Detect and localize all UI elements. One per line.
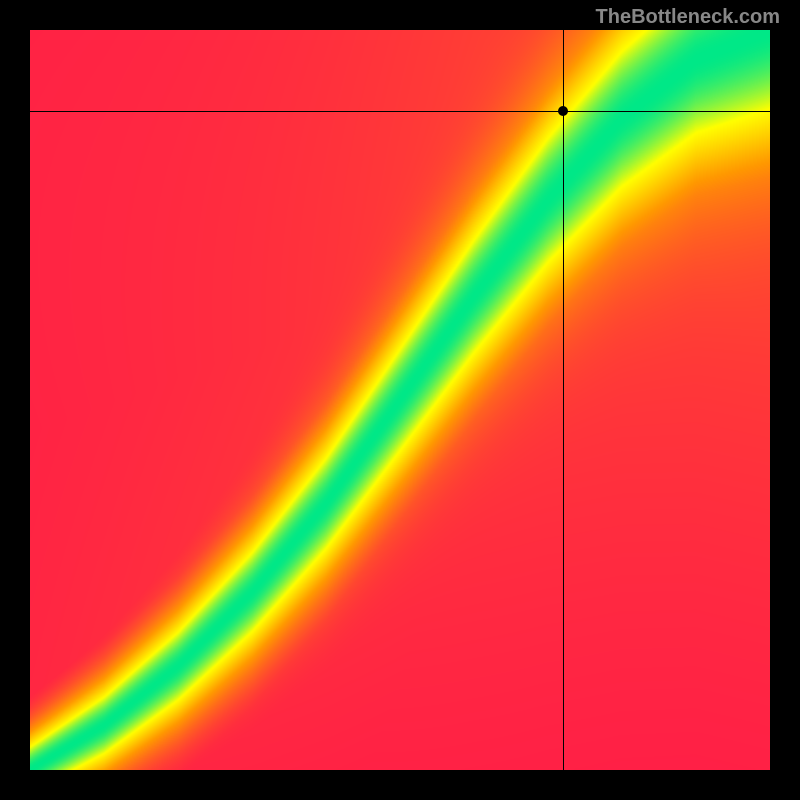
crosshair-horizontal	[30, 111, 770, 112]
heatmap-canvas	[30, 30, 770, 770]
marker-point	[558, 106, 568, 116]
watermark-text: TheBottleneck.com	[596, 6, 780, 29]
heatmap-chart	[30, 30, 770, 770]
crosshair-vertical	[563, 30, 564, 770]
